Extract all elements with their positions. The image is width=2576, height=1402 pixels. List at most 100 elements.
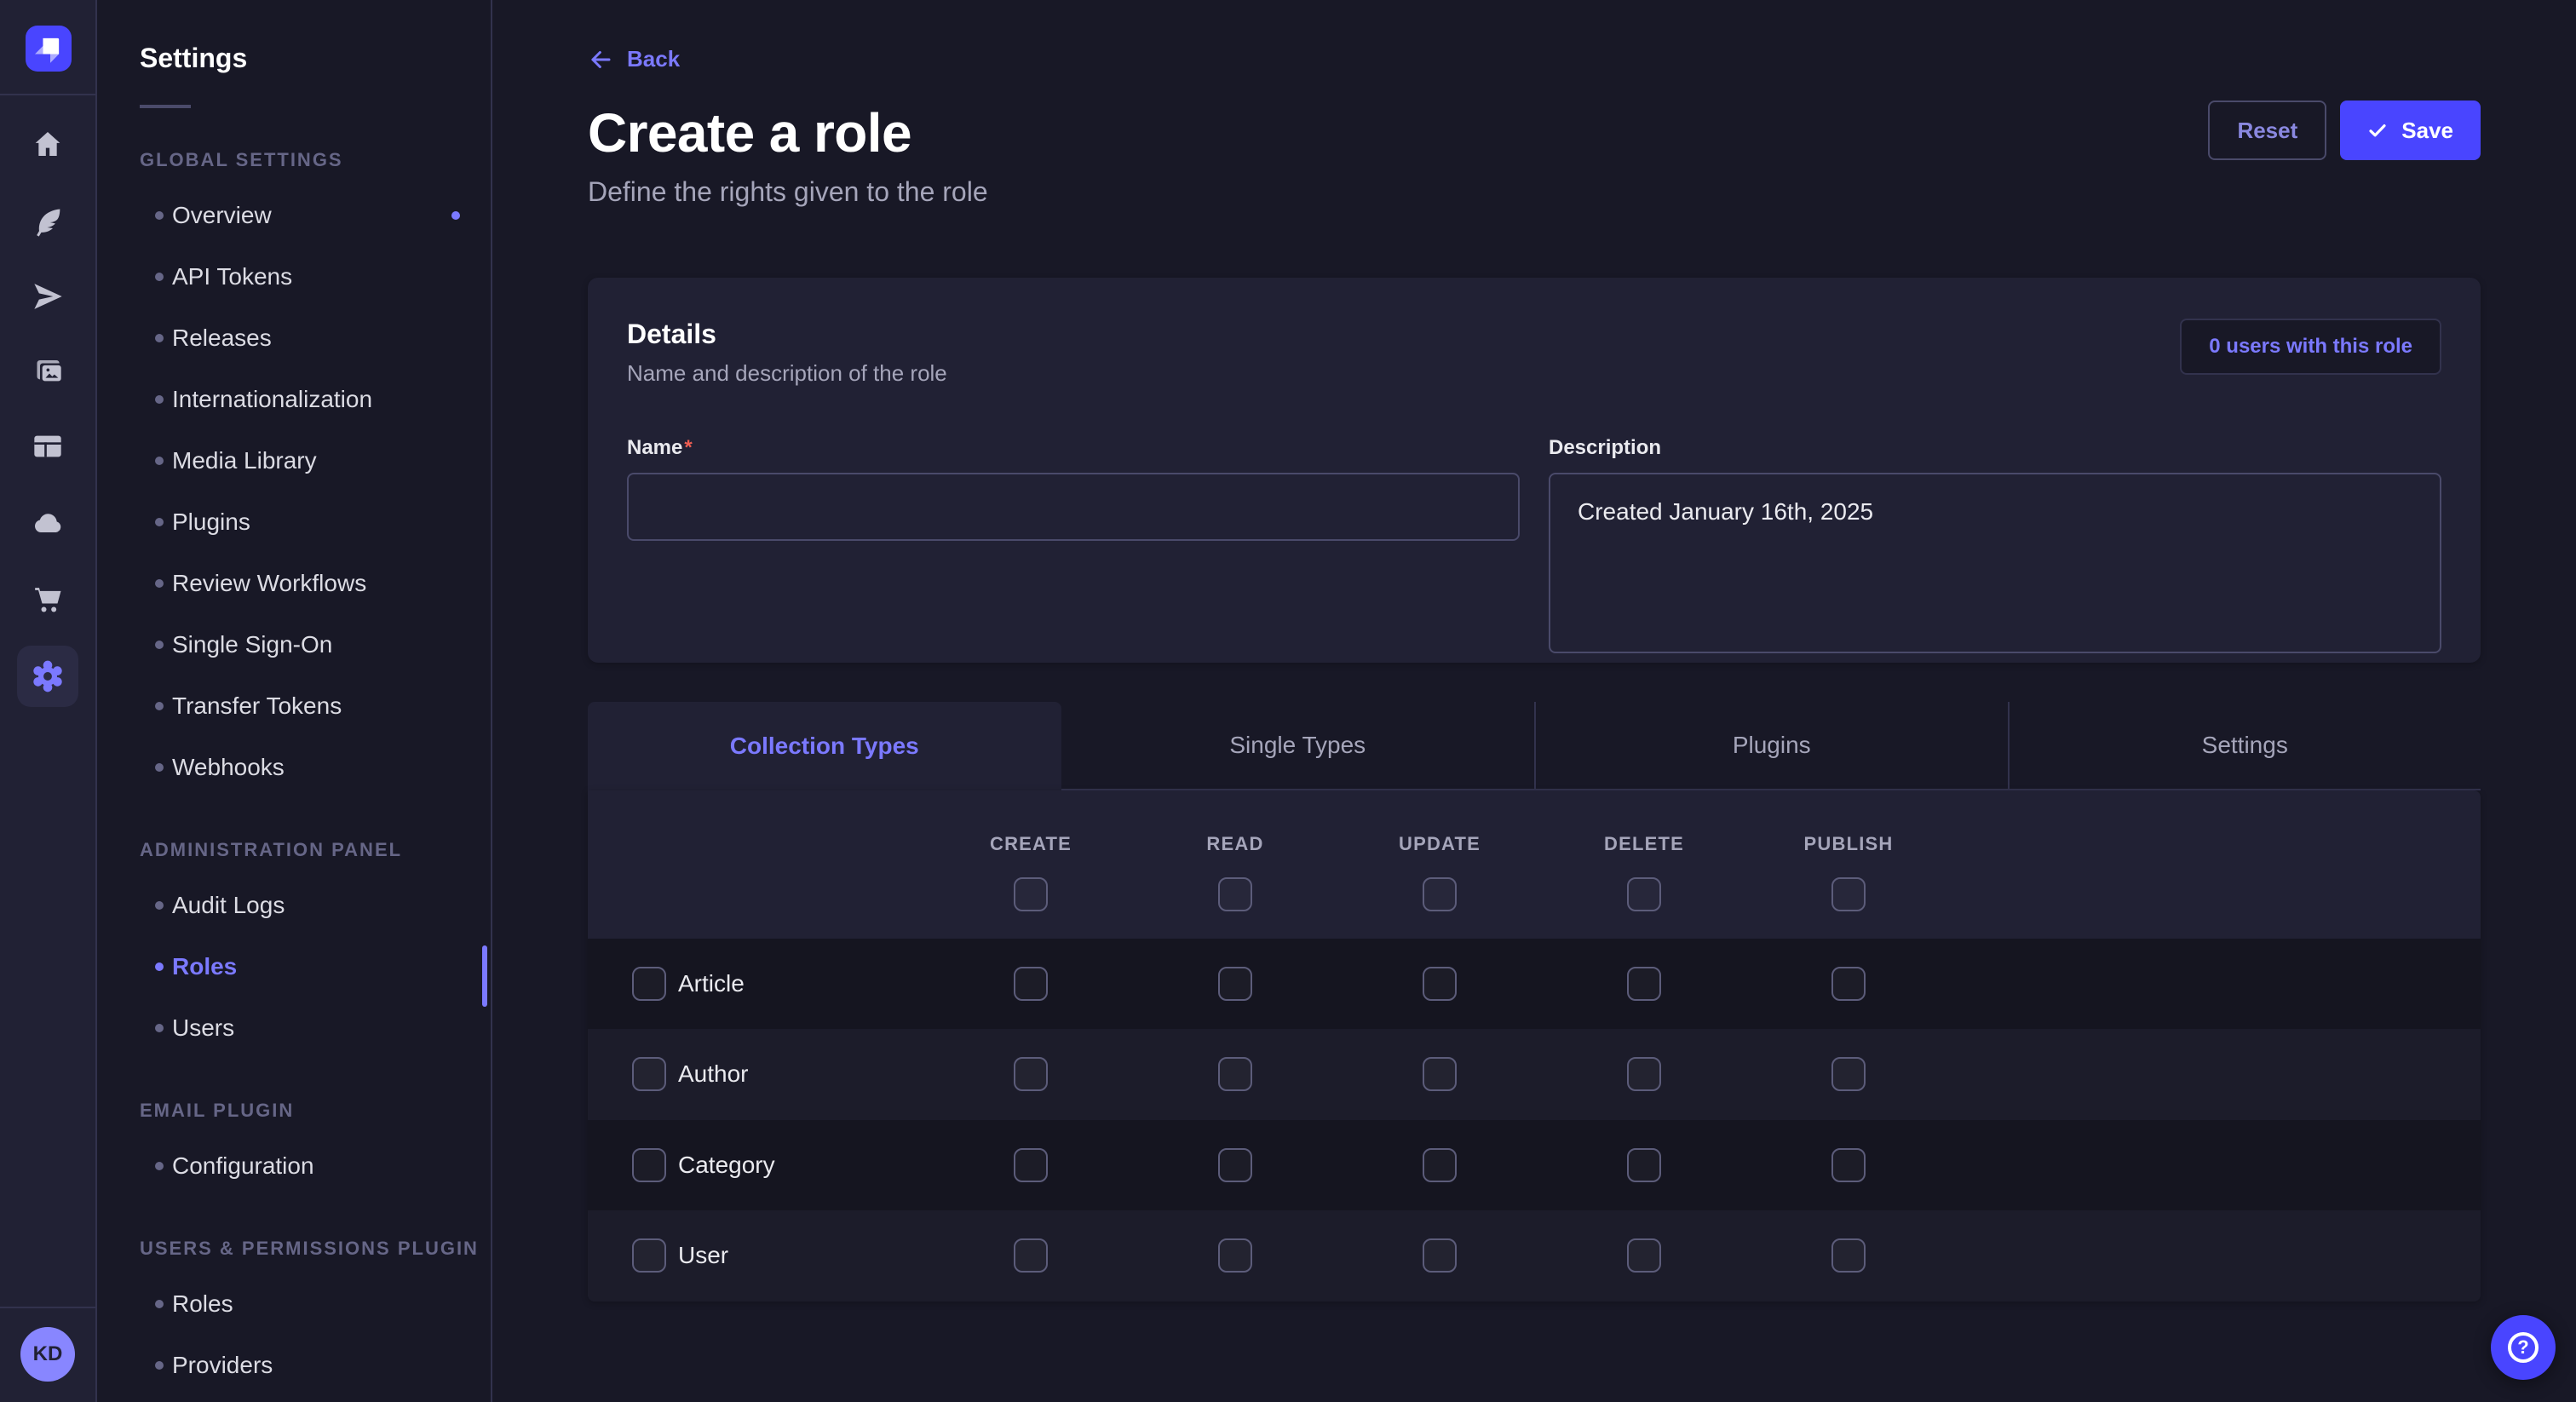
- name-input[interactable]: [627, 473, 1520, 541]
- category-update-checkbox[interactable]: [1423, 1148, 1457, 1182]
- subnav-item-internationalization[interactable]: Internationalization: [97, 369, 491, 430]
- author-create-checkbox[interactable]: [1014, 1057, 1048, 1091]
- description-label: Description: [1549, 436, 1661, 459]
- subnav-sections: GLOBAL SETTINGS Overview API Tokens Release…: [97, 149, 491, 1396]
- tab-collection-types[interactable]: Collection Types: [588, 702, 1061, 790]
- user-update-checkbox[interactable]: [1423, 1238, 1457, 1273]
- bullet-icon: [155, 211, 164, 220]
- tab-settings[interactable]: Settings: [2008, 702, 2481, 790]
- save-button[interactable]: Save: [2340, 101, 2481, 160]
- subnav-section-label-email-plugin: EMAIL PLUGIN: [97, 1100, 491, 1122]
- user-create-checkbox[interactable]: [1014, 1238, 1048, 1273]
- settings-gear-icon[interactable]: [17, 646, 78, 707]
- feather-icon[interactable]: [31, 204, 65, 238]
- tab-single-types[interactable]: Single Types: [1061, 702, 1535, 790]
- category-select-checkbox[interactable]: [632, 1148, 666, 1182]
- user-select-checkbox[interactable]: [632, 1238, 666, 1273]
- subnav-item-label: Single Sign-On: [172, 631, 332, 658]
- subnav-item-single-sign-on[interactable]: Single Sign-On: [97, 614, 491, 675]
- subnav-item-media-library[interactable]: Media Library: [97, 430, 491, 491]
- author-publish-checkbox[interactable]: [1831, 1057, 1866, 1091]
- save-label: Save: [2401, 118, 2453, 144]
- subnav-item-configuration[interactable]: Configuration: [97, 1135, 491, 1197]
- subnav-item-label: Plugins: [172, 509, 250, 536]
- bullet-icon: [155, 273, 164, 281]
- subnav-item-label: Providers: [172, 1352, 273, 1379]
- required-mark: *: [684, 436, 692, 459]
- select-all-create-checkbox[interactable]: [1014, 877, 1048, 911]
- subnav-item-webhooks[interactable]: Webhooks: [97, 737, 491, 798]
- bullet-icon: [155, 702, 164, 710]
- app-window: KD Settings GLOBAL SETTINGS Overview API T…: [0, 0, 2576, 1402]
- subnav-item-api-tokens[interactable]: API Tokens: [97, 246, 491, 307]
- subnav-item-label: API Tokens: [172, 263, 292, 290]
- user-delete-checkbox[interactable]: [1627, 1238, 1661, 1273]
- author-update-checkbox[interactable]: [1423, 1057, 1457, 1091]
- details-title: Details: [627, 319, 947, 350]
- subnav-section-label-global-settings: GLOBAL SETTINGS: [97, 149, 491, 171]
- avatar[interactable]: KD: [20, 1327, 75, 1382]
- select-all-read-checkbox[interactable]: [1218, 877, 1252, 911]
- bullet-icon: [155, 395, 164, 404]
- article-publish-checkbox[interactable]: [1831, 967, 1866, 1001]
- subnav-item-review-workflows[interactable]: Review Workflows: [97, 553, 491, 614]
- users-with-role-button[interactable]: 0 users with this role: [2180, 319, 2441, 375]
- subnav-item-label: Media Library: [172, 447, 317, 474]
- subnav-item-providers[interactable]: Providers: [97, 1335, 491, 1396]
- subnav-item-label: Review Workflows: [172, 570, 366, 597]
- article-update-checkbox[interactable]: [1423, 967, 1457, 1001]
- cloud-icon[interactable]: [31, 506, 65, 540]
- author-delete-checkbox[interactable]: [1627, 1057, 1661, 1091]
- article-create-checkbox[interactable]: [1014, 967, 1048, 1001]
- subnav-item-label: Roles: [172, 953, 237, 980]
- subnav-item-roles[interactable]: Roles: [97, 936, 491, 997]
- category-read-checkbox[interactable]: [1218, 1148, 1252, 1182]
- category-create-checkbox[interactable]: [1014, 1148, 1048, 1182]
- subnav-scrollbar-thumb[interactable]: [482, 945, 487, 1007]
- select-all-update-checkbox[interactable]: [1423, 877, 1457, 911]
- author-row: Author: [588, 1029, 2481, 1120]
- subnav-title-divider: [140, 105, 191, 108]
- select-all-publish-checkbox[interactable]: [1831, 877, 1866, 911]
- reset-button[interactable]: Reset: [2208, 101, 2326, 160]
- settings-subnav: Settings GLOBAL SETTINGS Overview API Toke…: [97, 0, 492, 1402]
- name-label: Name*: [627, 436, 693, 459]
- subnav-item-label: Roles: [172, 1290, 233, 1318]
- description-textarea[interactable]: Created January 16th, 2025: [1549, 473, 2441, 653]
- back-arrow-icon: [588, 47, 613, 72]
- article-row: Article: [588, 939, 2481, 1030]
- tab-plugins[interactable]: Plugins: [1534, 702, 2008, 790]
- author-select-checkbox[interactable]: [632, 1057, 666, 1091]
- strapi-logo-icon[interactable]: [26, 26, 72, 72]
- column-header-publish: PUBLISH: [1804, 833, 1894, 855]
- help-button[interactable]: ?: [2491, 1315, 2556, 1380]
- subnav-title: Settings: [97, 0, 491, 74]
- user-read-checkbox[interactable]: [1218, 1238, 1252, 1273]
- layout-panel-icon[interactable]: [31, 429, 65, 463]
- article-select-checkbox[interactable]: [632, 967, 666, 1001]
- back-label: Back: [627, 46, 680, 72]
- subnav-item-releases[interactable]: Releases: [97, 307, 491, 369]
- page-subtitle: Define the rights given to the role: [588, 176, 2481, 208]
- paper-plane-icon[interactable]: [31, 279, 65, 313]
- subnav-item-users[interactable]: Users: [97, 997, 491, 1059]
- header-actions: Reset Save: [2208, 101, 2481, 160]
- article-row-label: Article: [678, 970, 745, 997]
- home-icon[interactable]: [31, 128, 65, 162]
- article-delete-checkbox[interactable]: [1627, 967, 1661, 1001]
- select-all-delete-checkbox[interactable]: [1627, 877, 1661, 911]
- subnav-section-label-administration-panel: ADMINISTRATION PANEL: [97, 839, 491, 861]
- category-publish-checkbox[interactable]: [1831, 1148, 1866, 1182]
- subnav-item-audit-logs[interactable]: Audit Logs: [97, 875, 491, 936]
- cart-icon[interactable]: [31, 583, 65, 617]
- subnav-item-overview[interactable]: Overview: [97, 185, 491, 246]
- article-read-checkbox[interactable]: [1218, 967, 1252, 1001]
- back-link[interactable]: Back: [588, 46, 680, 72]
- user-publish-checkbox[interactable]: [1831, 1238, 1866, 1273]
- category-delete-checkbox[interactable]: [1627, 1148, 1661, 1182]
- subnav-item-plugins[interactable]: Plugins: [97, 491, 491, 553]
- subnav-item-roles[interactable]: Roles: [97, 1273, 491, 1335]
- media-library-icon[interactable]: [31, 354, 65, 388]
- subnav-item-transfer-tokens[interactable]: Transfer Tokens: [97, 675, 491, 737]
- author-read-checkbox[interactable]: [1218, 1057, 1252, 1091]
